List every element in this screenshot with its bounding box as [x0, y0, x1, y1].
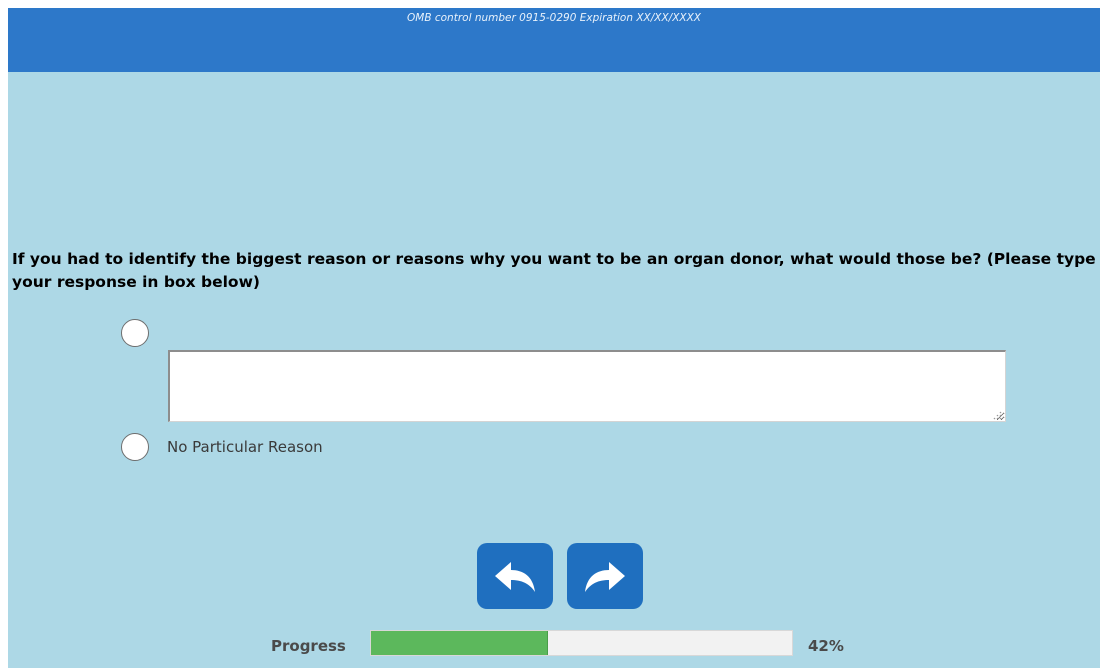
omb-notice: OMB control number 0915-0290 Expiration …: [407, 12, 701, 24]
back-arrow-icon: [495, 562, 535, 592]
progress-label: Progress: [271, 637, 346, 655]
progress-fill: [371, 631, 548, 655]
option-label-no-particular-reason[interactable]: No Particular Reason: [167, 438, 323, 456]
header-bar: OMB control number 0915-0290 Expiration …: [8, 8, 1100, 72]
response-textarea[interactable]: [168, 350, 1006, 422]
survey-frame: OMB control number 0915-0290 Expiration …: [8, 8, 1100, 668]
forward-arrow-icon: [585, 562, 625, 592]
back-button[interactable]: [477, 543, 553, 609]
progress-percent: 42%: [808, 637, 844, 655]
progress-bar: [370, 630, 793, 656]
next-button[interactable]: [567, 543, 643, 609]
radio-other-reason[interactable]: [121, 319, 149, 347]
question-text: If you had to identify the biggest reaso…: [12, 250, 1096, 291]
radio-no-particular-reason[interactable]: [121, 433, 149, 461]
survey-page: OMB control number 0915-0290 Expiration …: [0, 0, 1100, 668]
